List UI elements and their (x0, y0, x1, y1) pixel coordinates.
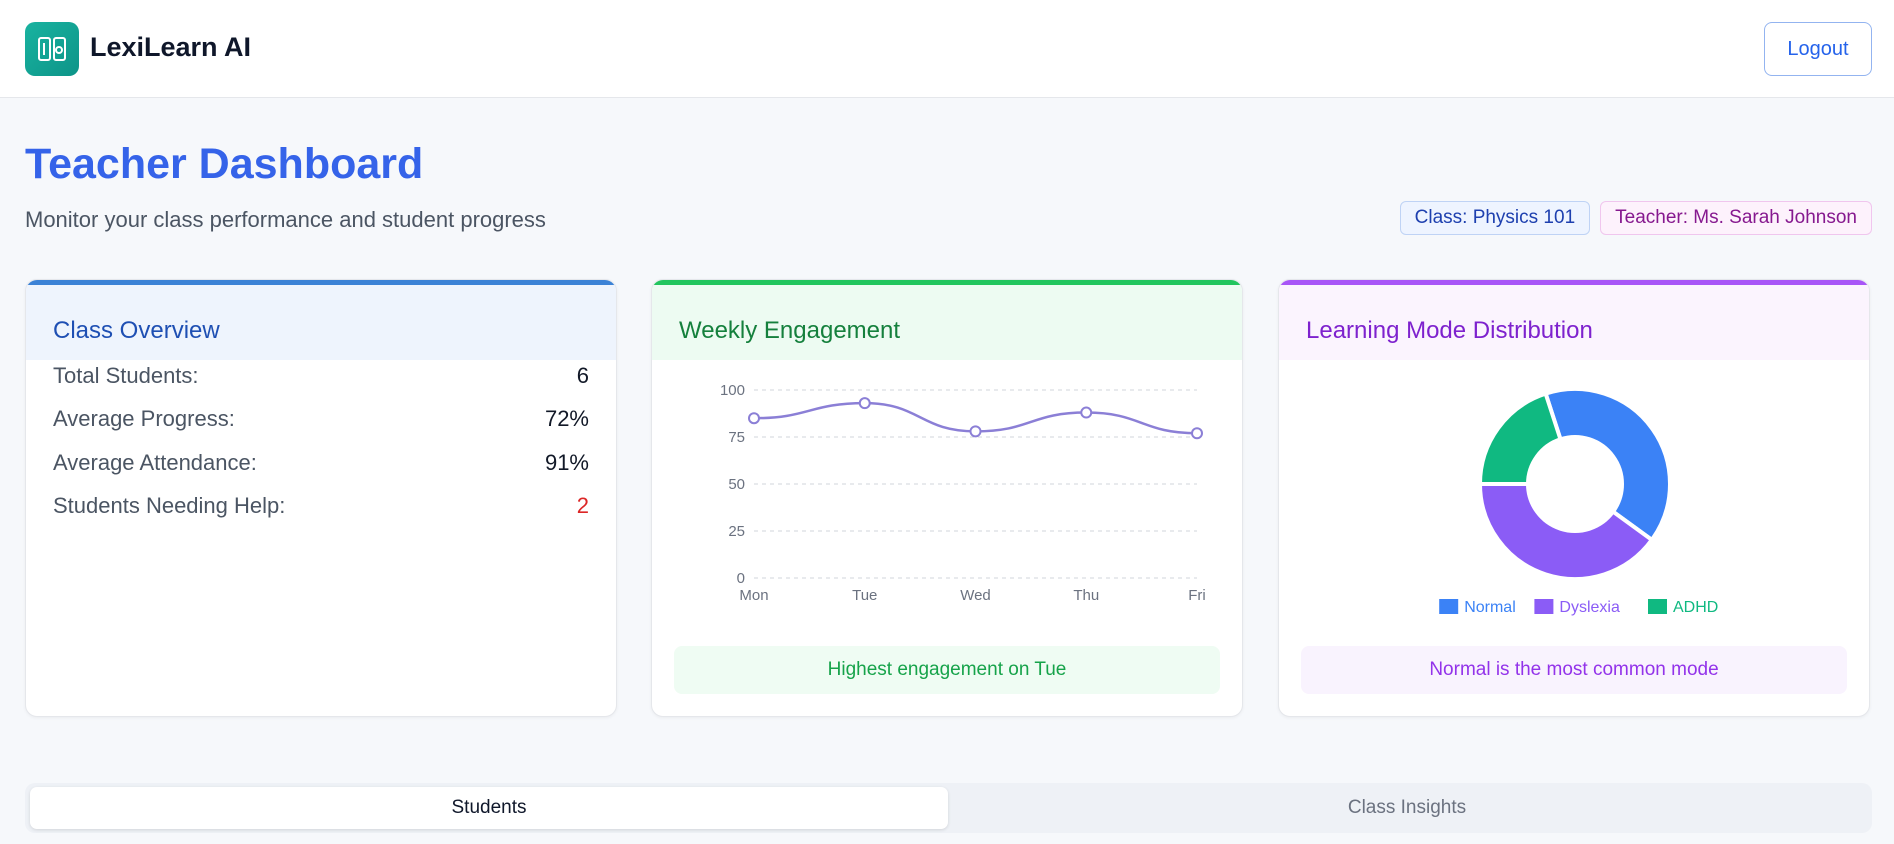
page-title: Teacher Dashboard (25, 140, 424, 188)
teacher-badge: Teacher: Ms. Sarah Johnson (1600, 201, 1872, 235)
legend-swatch (1648, 599, 1667, 614)
stat-label: Average Progress: (53, 406, 235, 431)
stat-label: Total Students: (53, 363, 199, 388)
class-badge: Class: Physics 101 (1399, 201, 1591, 235)
x-tick-label: Fri (1188, 587, 1206, 604)
legend-label: Dyslexia (1559, 599, 1620, 616)
stat-label: Students Needing Help: (53, 493, 286, 518)
logout-button[interactable]: Logout (1764, 22, 1872, 76)
distribution-chart-area: Normal Dyslexia ADHD (1279, 360, 1869, 640)
tab-class-insights[interactable]: Class Insights (948, 787, 1866, 829)
data-point (1080, 406, 1093, 419)
dashboard-tabs: Students Class Insights (25, 783, 1872, 833)
legend-swatch (1439, 599, 1459, 614)
x-tick-label: Wed (960, 587, 991, 604)
y-tick-label: 75 (728, 429, 745, 446)
legend-swatch (1534, 599, 1554, 614)
y-tick-label: 50 (728, 476, 745, 493)
data-point (858, 397, 871, 410)
data-point (748, 412, 760, 425)
engagement-insight: Highest engagement on Tue (674, 646, 1220, 694)
stat-value: 91% (544, 450, 589, 475)
engagement-chart-area: 0 25 50 75 100 Mon Tue Wed Thu Fri (652, 360, 1242, 640)
context-badges: Class: Physics 101 Teacher: Ms. Sarah Jo… (1399, 201, 1872, 235)
data-point (969, 425, 982, 438)
x-tick-label: Mon (739, 587, 768, 604)
x-tick-label: Tue (852, 587, 877, 604)
page-subtitle: Monitor your class performance and stude… (25, 207, 546, 232)
weekly-engagement-card: Weekly Engagement 0 25 50 75 100 Mon Tue Wed Thu… (651, 279, 1243, 717)
engagement-line-chart: 0 25 50 75 100 Mon Tue Wed Thu Fri (720, 382, 1206, 604)
y-tick-label: 100 (720, 382, 745, 399)
data-point (1191, 427, 1203, 440)
stat-row-students-needing-help: Students Needing Help: 2 (53, 491, 589, 521)
stat-value: 6 (576, 363, 589, 388)
stat-row-average-attendance: Average Attendance: 91% (53, 448, 589, 478)
card-title: Weekly Engagement (652, 285, 1242, 360)
stat-value-alert: 2 (576, 493, 589, 518)
learning-mode-donut-chart: Normal Dyslexia ADHD (1439, 387, 1718, 616)
class-overview-card: Class Overview Total Students: 6 Average… (25, 279, 617, 717)
stat-label: Average Attendance: (53, 450, 257, 475)
y-tick-label: 25 (728, 523, 745, 540)
stat-row-total-students: Total Students: 6 (53, 361, 589, 391)
top-navigation-bar: LexiLearn AI Logout (0, 0, 1894, 98)
distribution-insight: Normal is the most common mode (1301, 646, 1847, 694)
app-brand-name: LexiLearn AI (90, 32, 252, 62)
x-tick-label: Thu (1073, 587, 1099, 604)
tab-students[interactable]: Students (30, 787, 948, 829)
legend-label: Normal (1464, 599, 1516, 616)
book-reader-icon (38, 37, 66, 61)
learning-mode-card: Learning Mode Distribution Normal Dyslexi… (1278, 279, 1870, 717)
y-tick-label: 0 (737, 570, 745, 587)
card-title: Class Overview (26, 285, 616, 360)
card-title: Learning Mode Distribution (1279, 285, 1869, 360)
app-logo (25, 22, 79, 76)
stat-row-average-progress: Average Progress: 72% (53, 404, 589, 434)
donut-slice-adhd (1477, 391, 1563, 486)
legend-label: ADHD (1673, 599, 1718, 616)
stat-value: 72% (544, 406, 589, 431)
